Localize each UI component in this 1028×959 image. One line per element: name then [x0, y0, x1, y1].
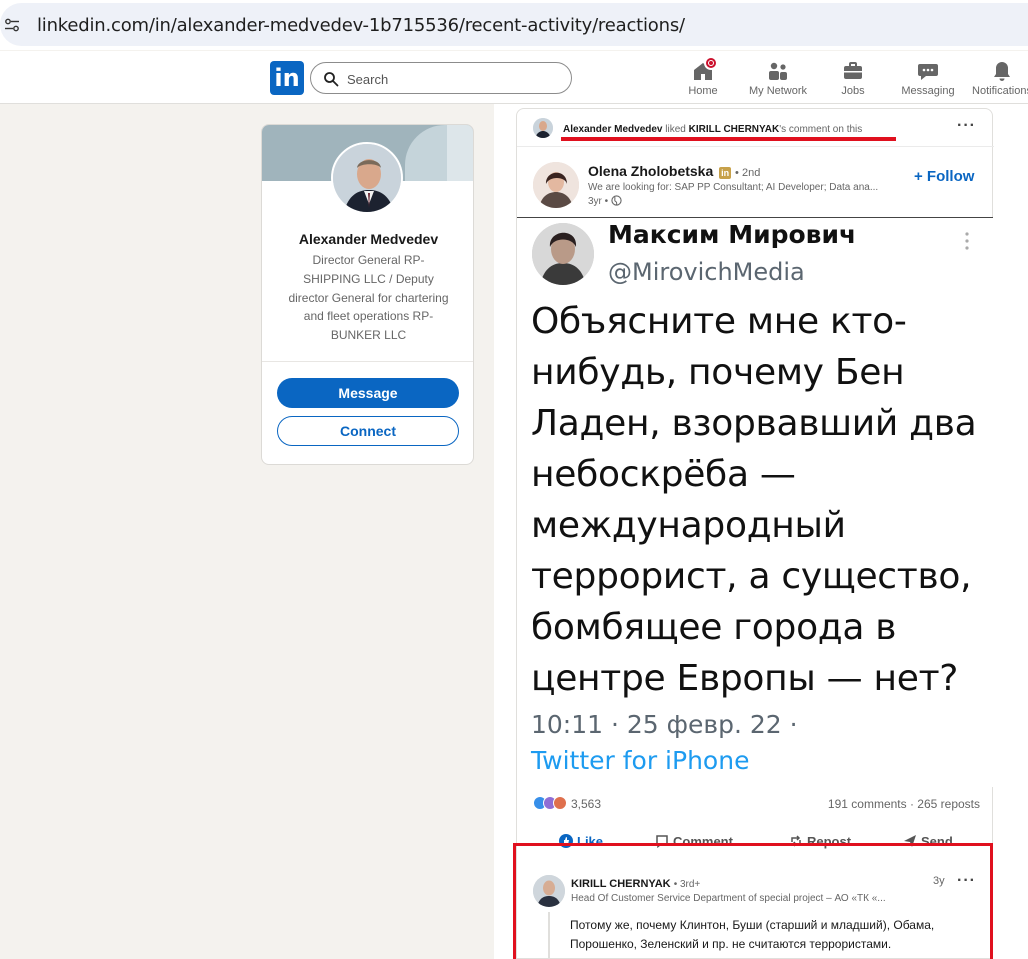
- search-input[interactable]: [347, 69, 547, 89]
- nav-messaging[interactable]: Messaging: [888, 59, 968, 97]
- more-options-icon[interactable]: ···: [957, 117, 976, 135]
- post-author: Olena Zholobetska in • 2nd We are lookin…: [517, 149, 994, 215]
- comment-author-avatar[interactable]: [533, 875, 565, 907]
- author-headline: We are looking for: SAP PP Consultant; A…: [588, 182, 879, 193]
- tweet-author-handle: @MirovichMedia: [608, 258, 805, 286]
- connection-degree: • 2nd: [735, 167, 761, 179]
- activity-text: Alexander Medvedev liked KIRILL CHERNYAK…: [563, 124, 862, 135]
- comment-text: Потому же, почему Клинтон, Буши (старший…: [570, 918, 935, 951]
- profile-headline: Director General RP-SHIPPING LLC / Deput…: [288, 253, 449, 343]
- connect-button[interactable]: Connect: [277, 416, 459, 446]
- tweet-timestamp: 10:11 · 25 февр. 22 ·: [531, 710, 798, 739]
- divider: [262, 361, 473, 362]
- highlighted-comment: KIRILL CHERNYAK • 3rd+ Head Of Customer …: [513, 843, 993, 959]
- briefcase-icon: [841, 59, 865, 83]
- notification-badge: [704, 56, 718, 70]
- comment-degree-value: 3rd+: [679, 879, 701, 890]
- comment-time: 3y: [933, 875, 945, 887]
- nav-jobs-label: Jobs: [841, 85, 865, 97]
- site-settings-icon[interactable]: [4, 17, 20, 33]
- author-avatar[interactable]: [533, 162, 579, 208]
- linkedin-logo[interactable]: in: [270, 61, 304, 95]
- author-name[interactable]: Olena Zholobetska in • 2nd: [588, 163, 760, 179]
- post-time: 3yr •: [588, 195, 622, 207]
- reaction-count[interactable]: 3,563: [571, 797, 601, 811]
- top-navigation: in Home My Network Jobs Messaging: [0, 51, 1028, 104]
- bell-icon: [990, 59, 1014, 83]
- feed-post: Alexander Medvedev liked KIRILL CHERNYAK…: [516, 108, 994, 959]
- nav-my-network[interactable]: My Network: [738, 59, 818, 97]
- degree-value: 2nd: [741, 167, 761, 179]
- follow-button[interactable]: + Follow: [914, 168, 974, 185]
- tweet-source: Twitter for iPhone: [531, 746, 750, 775]
- tweet-text: Объясните мне кто-нибудь, почему Бен Лад…: [531, 301, 977, 699]
- nav-home[interactable]: Home: [663, 56, 743, 97]
- activity-target[interactable]: KIRILL CHERNYAK: [689, 124, 780, 135]
- browser-address-bar: linkedin.com/in/alexander-medvedev-1b715…: [0, 0, 1028, 50]
- url-text[interactable]: linkedin.com/in/alexander-medvedev-1b715…: [37, 15, 685, 36]
- tweet-menu-icon: [965, 232, 969, 250]
- network-icon: [766, 59, 790, 83]
- profile-name[interactable]: Alexander Medvedev: [262, 231, 473, 247]
- nav-my-network-label: My Network: [748, 85, 808, 97]
- actor-avatar[interactable]: [533, 118, 553, 138]
- comment-thread-line: [548, 912, 550, 959]
- nav-notifications-label: Notifications: [972, 85, 1028, 97]
- tweet-image[interactable]: Максим Мирович @MirovichMedia Объясните …: [517, 217, 993, 787]
- avatar[interactable]: [331, 142, 403, 214]
- feed-column: Alexander Medvedev liked KIRILL CHERNYAK…: [494, 104, 1028, 959]
- nav-messaging-label: Messaging: [901, 85, 955, 97]
- comment-author-degree: • 3rd+: [673, 879, 701, 890]
- author-name-text[interactable]: Olena Zholobetska: [588, 163, 713, 179]
- love-reaction-icon: [553, 796, 567, 810]
- globe-icon: [611, 195, 622, 206]
- comments-reposts-count[interactable]: 191 comments · 265 reposts: [828, 797, 980, 811]
- tweet-author-name: Максим Мирович: [608, 220, 857, 249]
- home-icon: [691, 56, 718, 83]
- search-box[interactable]: [310, 62, 572, 94]
- profile-card: Alexander Medvedev Director General RP-S…: [261, 124, 474, 465]
- premium-badge-icon: in: [719, 167, 732, 179]
- comment-author-headline: Head Of Customer Service Department of s…: [571, 893, 886, 904]
- url-field[interactable]: linkedin.com/in/alexander-medvedev-1b715…: [0, 3, 1028, 46]
- nav-home-label: Home: [688, 85, 718, 97]
- activity-verb: liked: [665, 124, 686, 135]
- activity-actor[interactable]: Alexander Medvedev: [563, 124, 663, 135]
- comment-more-icon[interactable]: ···: [957, 872, 976, 890]
- comment-author-name[interactable]: KIRILL CHERNYAK: [571, 878, 671, 890]
- highlight-underline: [561, 137, 896, 141]
- search-icon: [324, 72, 339, 87]
- tweet-author-avatar: [532, 223, 594, 285]
- nav-notifications[interactable]: Notifications: [962, 59, 1028, 97]
- post-time-value: 3yr: [588, 196, 602, 207]
- messaging-icon: [916, 59, 940, 83]
- comment-author[interactable]: KIRILL CHERNYAK • 3rd+: [571, 878, 700, 890]
- activity-header: Alexander Medvedev liked KIRILL CHERNYAK…: [517, 109, 994, 147]
- message-button[interactable]: Message: [277, 378, 459, 408]
- social-counts: 3,563 191 comments · 265 reposts: [517, 795, 994, 817]
- nav-jobs[interactable]: Jobs: [813, 59, 893, 97]
- activity-suffix: 's comment on this: [779, 124, 863, 135]
